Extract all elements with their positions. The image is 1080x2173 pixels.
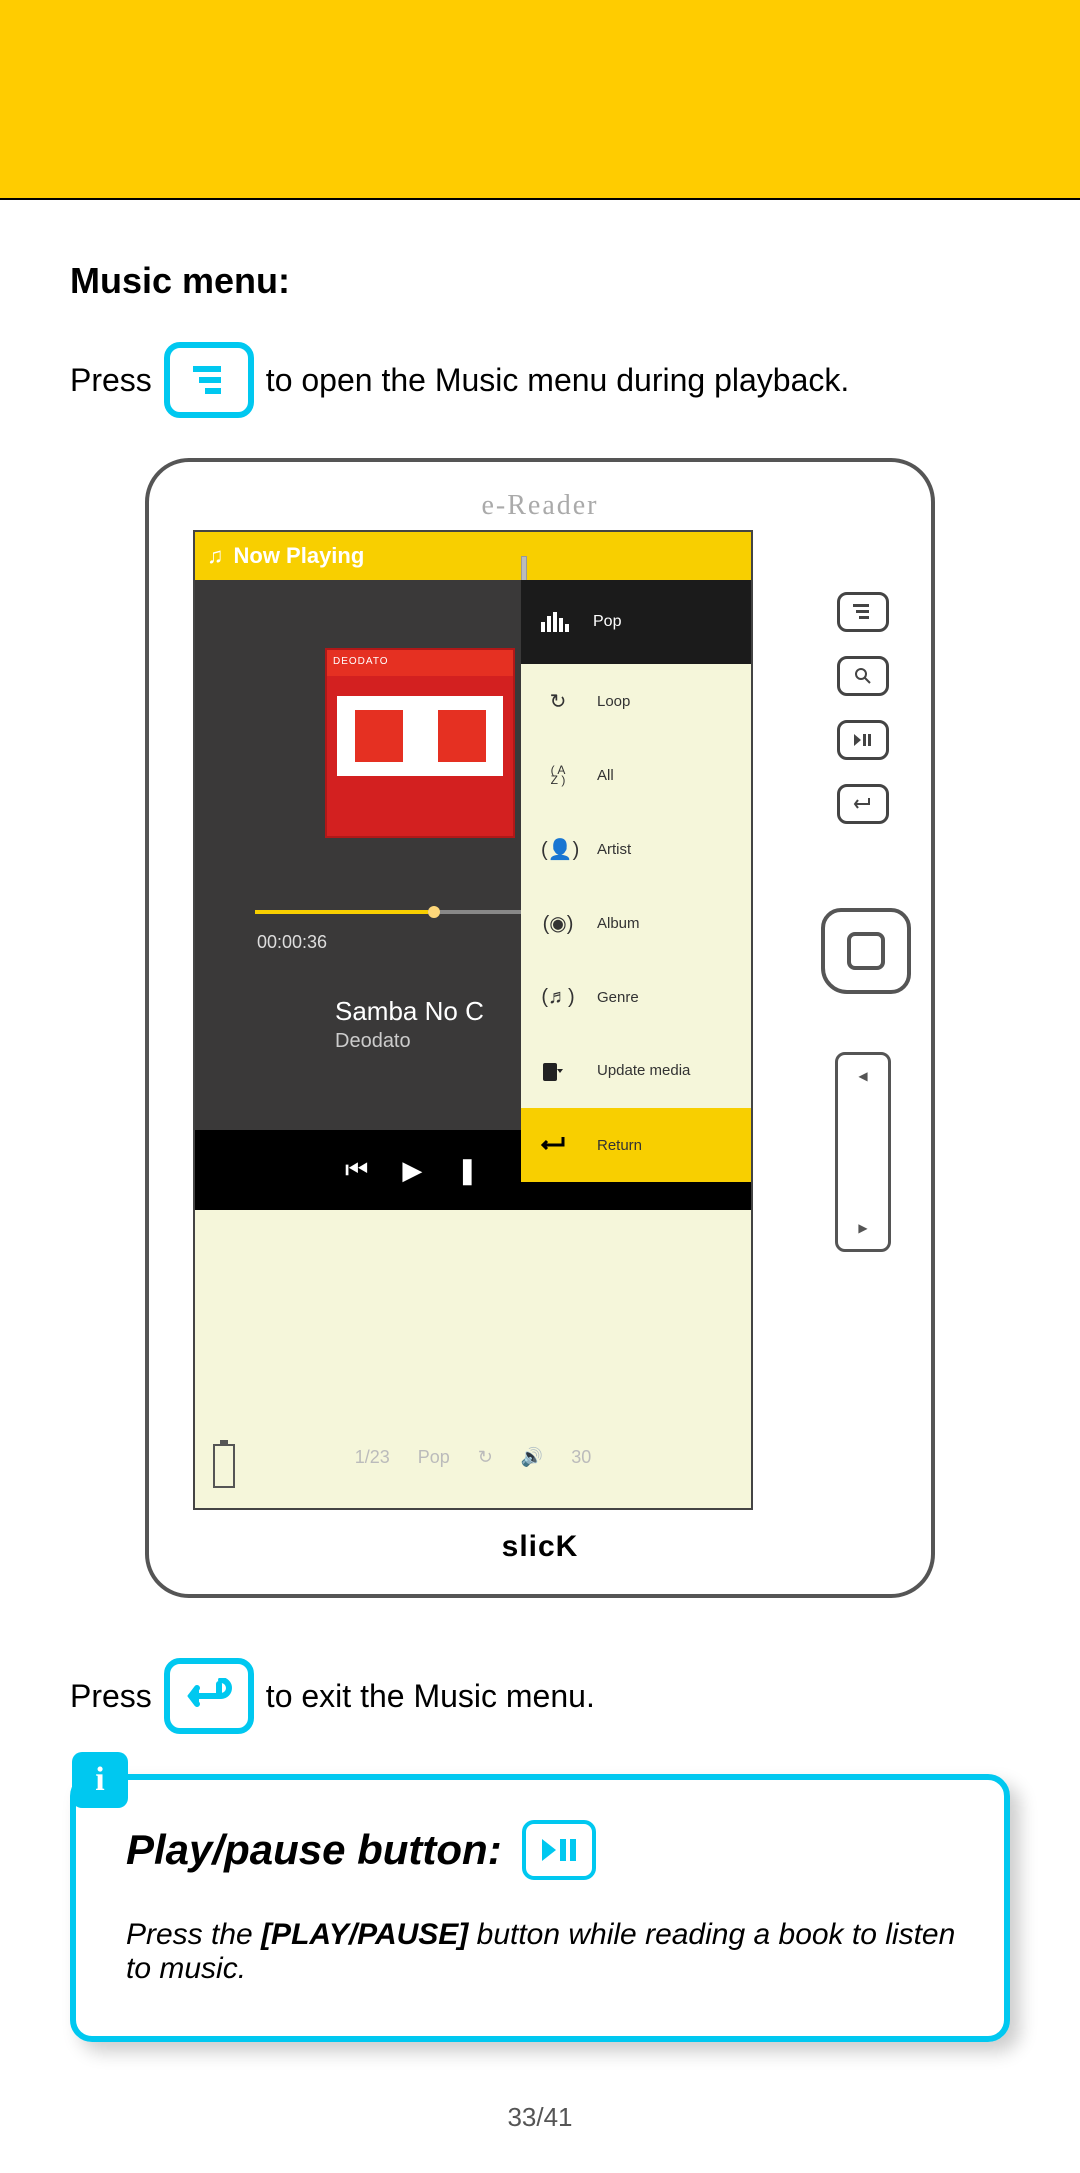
- prev-track-icon[interactable]: ⏮: [345, 1154, 368, 1186]
- instruction-exit: Press to exit the Music menu.: [70, 1658, 1010, 1734]
- loop-icon: ↻: [541, 689, 575, 714]
- menu-item-loop[interactable]: ↻ Loop: [521, 664, 751, 738]
- menu-item-label: Artist: [597, 841, 631, 858]
- rocker-down-icon: ▶: [858, 1221, 867, 1235]
- timecode: 00:00:36: [257, 932, 327, 953]
- menu-item-label: Return: [597, 1137, 642, 1154]
- play-icon[interactable]: ▶: [402, 1155, 422, 1186]
- instruction-open-after: to open the Music menu during playback.: [266, 362, 849, 399]
- hw-back-button[interactable]: [837, 784, 889, 824]
- progress-fill: [255, 910, 428, 914]
- info-callout: i Play/pause button: Press the [PLAY/PAU…: [70, 1774, 1010, 2042]
- menu-item-return[interactable]: Return: [521, 1108, 751, 1182]
- info-body-bold: [PLAY/PAUSE]: [261, 1918, 468, 1951]
- az-icon: ( AZ ): [541, 765, 575, 785]
- menu-eq-label: Pop: [593, 613, 621, 631]
- menu-item-label: All: [597, 767, 614, 784]
- instruction-open-before: Press: [70, 362, 152, 399]
- equalizer-icon: [541, 612, 575, 632]
- info-title: Play/pause button:: [126, 1826, 502, 1874]
- menu-item-all[interactable]: ( AZ ) All: [521, 738, 751, 812]
- hw-home-button[interactable]: [821, 908, 911, 994]
- hw-playpause-button[interactable]: [837, 720, 889, 760]
- device-frame: e-Reader ♫ Now Playing DEODATO: [145, 458, 935, 1598]
- battery-icon: [213, 1444, 235, 1488]
- instruction-exit-before: Press: [70, 1678, 152, 1715]
- album-art: DEODATO: [325, 648, 515, 838]
- menu-item-genre[interactable]: (♬) Genre: [521, 960, 751, 1034]
- header-band: [0, 0, 1080, 200]
- section-title: Music menu:: [70, 260, 1010, 302]
- info-title-row: Play/pause button:: [126, 1820, 964, 1880]
- now-playing-label: Now Playing: [234, 543, 365, 569]
- device-screen: ♫ Now Playing DEODATO: [193, 530, 753, 1510]
- genre-icon: (♬): [541, 986, 575, 1009]
- menu-item-update-media[interactable]: Update media: [521, 1034, 751, 1108]
- return-icon: [541, 1135, 575, 1155]
- back-icon: [164, 1658, 254, 1734]
- device-top-label: e-Reader: [187, 490, 893, 522]
- artist-icon: (👤): [541, 837, 575, 862]
- hw-page-rocker[interactable]: ◀ ▶: [835, 1052, 891, 1252]
- menu-item-label: Update media: [597, 1063, 690, 1079]
- info-body-before: Press the: [126, 1918, 261, 1951]
- hw-zoom-button[interactable]: [837, 656, 889, 696]
- screen-footer: 1/23 Pop ↻ 🔊 30: [195, 1447, 751, 1468]
- menu-item-label: Album: [597, 915, 640, 932]
- album-tag: DEODATO: [327, 650, 513, 676]
- info-icon: i: [72, 1752, 128, 1808]
- volume-icon: 🔊: [521, 1447, 543, 1468]
- menu-item-label: Loop: [597, 693, 630, 710]
- menu-item-label: Genre: [597, 989, 639, 1006]
- footer-eq: Pop: [418, 1447, 450, 1468]
- album-art-window: [434, 706, 490, 766]
- rocker-up-icon: ◀: [858, 1069, 867, 1083]
- menu-eq-row[interactable]: Pop: [521, 580, 751, 664]
- next-partial-icon[interactable]: ❚: [456, 1155, 476, 1186]
- info-body: Press the [PLAY/PAUSE] button while read…: [126, 1918, 964, 1986]
- update-media-icon: [541, 1059, 575, 1083]
- menu-item-album[interactable]: (◉) Album: [521, 886, 751, 960]
- menu-icon: [164, 342, 254, 418]
- loop-status-icon: ↻: [478, 1447, 493, 1468]
- music-menu-panel: Pop ↻ Loop ( AZ ) All (👤) Artist: [521, 580, 751, 1182]
- page-number: 33/41: [70, 2102, 1010, 2133]
- instruction-exit-after: to exit the Music menu.: [266, 1678, 595, 1715]
- track-index: 1/23: [355, 1447, 390, 1468]
- album-art-window: [351, 706, 407, 766]
- now-playing-bar: ♫ Now Playing: [195, 532, 751, 580]
- instruction-open: Press to open the Music menu during play…: [70, 342, 1010, 418]
- playpause-icon: [522, 1820, 596, 1880]
- song-title: Samba No C: [335, 996, 484, 1027]
- music-note-icon: ♫: [207, 543, 224, 569]
- song-artist: Deodato: [335, 1030, 411, 1053]
- album-icon: (◉): [541, 911, 575, 936]
- device-brand: slicK: [149, 1530, 931, 1564]
- progress-handle[interactable]: [428, 906, 440, 918]
- volume-value: 30: [571, 1447, 591, 1468]
- menu-item-artist[interactable]: (👤) Artist: [521, 812, 751, 886]
- hw-menu-button[interactable]: [837, 592, 889, 632]
